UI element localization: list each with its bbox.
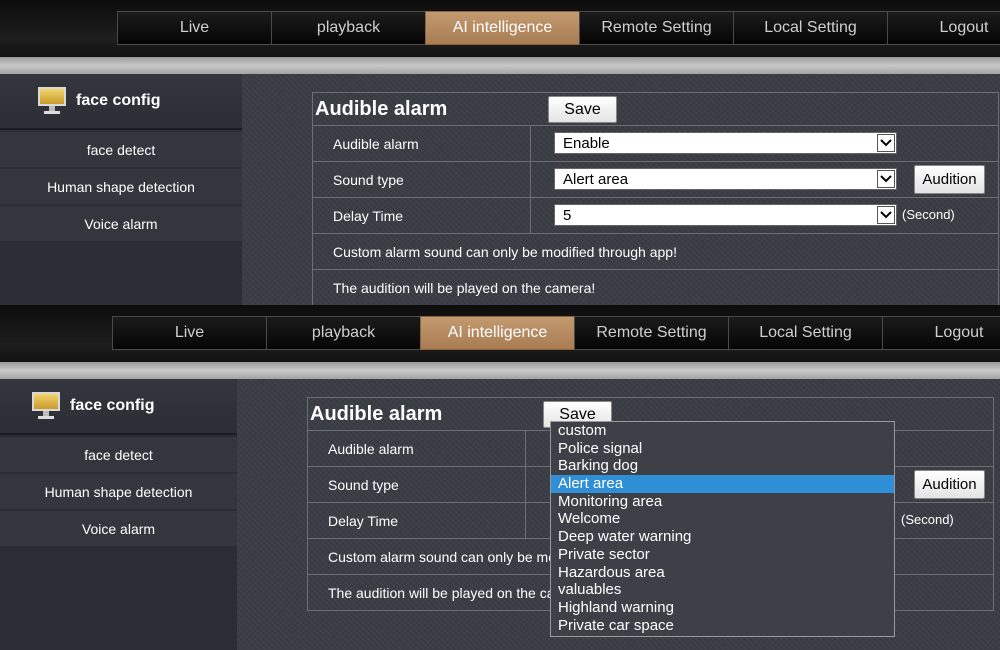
sidebar: face config face detect Human shape dete… — [0, 74, 242, 305]
screenshot-panel-top: Live playback AI intelligence Remote Set… — [0, 0, 1000, 305]
save-button[interactable]: Save — [548, 96, 617, 123]
row-custom-note: Custom alarm sound can only be modified … — [313, 233, 998, 269]
dropdown-option[interactable]: Private sector — [551, 546, 894, 564]
monitor-icon — [32, 392, 62, 420]
sidebar-header-label: face config — [70, 397, 155, 414]
dropdown-option[interactable]: valuables — [551, 581, 894, 599]
custom-sound-note: Custom alarm sound can only be mo — [328, 548, 556, 565]
audition-button[interactable]: Audition — [914, 165, 985, 194]
nav-local-setting[interactable]: Local Setting — [733, 11, 887, 45]
separator-bar — [0, 362, 1000, 379]
row-audition-note: The audition will be played on the camer… — [313, 269, 998, 305]
sidebar-item-face-detect[interactable]: face detect — [0, 132, 242, 167]
dropdown-option[interactable]: Highland warning — [551, 599, 894, 617]
delay-time-unit: (Second) — [902, 207, 955, 222]
delay-time-select[interactable]: 5 — [554, 204, 897, 226]
nav-local-setting[interactable]: Local Setting — [728, 316, 882, 350]
dropdown-option[interactable]: Police signal — [551, 440, 894, 458]
audition-note: The audition will be played on the camer… — [333, 279, 596, 296]
nav-live[interactable]: Live — [117, 11, 271, 45]
main-nav: Live playback AI intelligence Remote Set… — [117, 11, 1000, 45]
dropdown-option[interactable]: Monitoring area — [551, 493, 894, 511]
main-nav: Live playback AI intelligence Remote Set… — [112, 316, 1000, 350]
delay-time-label: Delay Time — [308, 503, 526, 538]
nav-live[interactable]: Live — [112, 316, 266, 350]
sidebar-header-label: face config — [76, 92, 161, 109]
sound-type-label: Sound type — [313, 162, 531, 197]
dropdown-option-selected[interactable]: Alert area — [551, 475, 894, 493]
sidebar-header: face config — [0, 379, 237, 435]
row-delay-time: Delay Time 5 (Second) — [313, 197, 998, 233]
sidebar-item-human-shape-detection[interactable]: Human shape detection — [0, 169, 242, 204]
row-audible-alarm: Audible alarm Enable — [313, 125, 998, 161]
delay-time-label: Delay Time — [313, 198, 531, 233]
dropdown-option[interactable]: Private car space — [551, 617, 894, 635]
dropdown-option[interactable]: Hazardous area — [551, 564, 894, 582]
sound-type-dropdown[interactable]: custom Police signal Barking dog Alert a… — [550, 421, 895, 637]
delay-time-value: 5 — [563, 206, 572, 224]
nav-playback[interactable]: playback — [266, 316, 420, 350]
sound-type-label: Sound type — [308, 467, 526, 502]
nav-remote-setting[interactable]: Remote Setting — [574, 316, 728, 350]
dropdown-option[interactable]: Barking dog — [551, 457, 894, 475]
sidebar-header: face config — [0, 74, 242, 130]
sidebar-item-voice-alarm[interactable]: Voice alarm — [0, 511, 237, 546]
dropdown-option[interactable]: Welcome — [551, 510, 894, 528]
row-sound-type: Sound type Alert area Audition — [313, 161, 998, 197]
form-title: Audible alarm — [310, 402, 443, 425]
audition-note: The audition will be played on the ca — [328, 584, 555, 601]
monitor-icon — [38, 87, 68, 115]
nav-ai-intelligence[interactable]: AI intelligence — [420, 316, 574, 350]
main-content: face config face detect Human shape dete… — [0, 74, 1000, 305]
chevron-down-icon[interactable] — [877, 206, 895, 224]
nav-logout[interactable]: Logout — [882, 316, 1000, 350]
dropdown-option[interactable]: Deep water warning — [551, 528, 894, 546]
audible-alarm-label: Audible alarm — [313, 126, 531, 161]
audible-alarm-form: Audible alarm Save Audible alarm Enable … — [312, 92, 999, 305]
sound-type-select[interactable]: Alert area — [554, 168, 897, 190]
dropdown-option[interactable]: custom — [551, 422, 894, 440]
top-nav-bar: Live playback AI intelligence Remote Set… — [0, 0, 1000, 58]
form-header: Audible alarm Save — [313, 93, 998, 125]
sidebar-item-voice-alarm[interactable]: Voice alarm — [0, 206, 242, 241]
sidebar-item-human-shape-detection[interactable]: Human shape detection — [0, 474, 237, 509]
nav-ai-intelligence[interactable]: AI intelligence — [425, 11, 579, 45]
top-nav-bar: Live playback AI intelligence Remote Set… — [0, 305, 1000, 363]
audition-button[interactable]: Audition — [914, 470, 985, 499]
audible-alarm-value: Enable — [563, 134, 610, 152]
sidebar-item-face-detect[interactable]: face detect — [0, 437, 237, 472]
audible-alarm-label: Audible alarm — [308, 431, 526, 466]
nav-playback[interactable]: playback — [271, 11, 425, 45]
separator-bar — [0, 57, 1000, 74]
custom-sound-note: Custom alarm sound can only be modified … — [333, 243, 677, 260]
audible-alarm-select[interactable]: Enable — [554, 132, 897, 154]
nav-remote-setting[interactable]: Remote Setting — [579, 11, 733, 45]
nav-logout[interactable]: Logout — [887, 11, 1000, 45]
chevron-down-icon[interactable] — [877, 134, 895, 152]
sound-type-value: Alert area — [563, 170, 629, 188]
delay-time-unit: (Second) — [901, 512, 954, 527]
sidebar: face config face detect Human shape dete… — [0, 379, 237, 650]
form-title: Audible alarm — [315, 97, 448, 120]
chevron-down-icon[interactable] — [877, 170, 895, 188]
